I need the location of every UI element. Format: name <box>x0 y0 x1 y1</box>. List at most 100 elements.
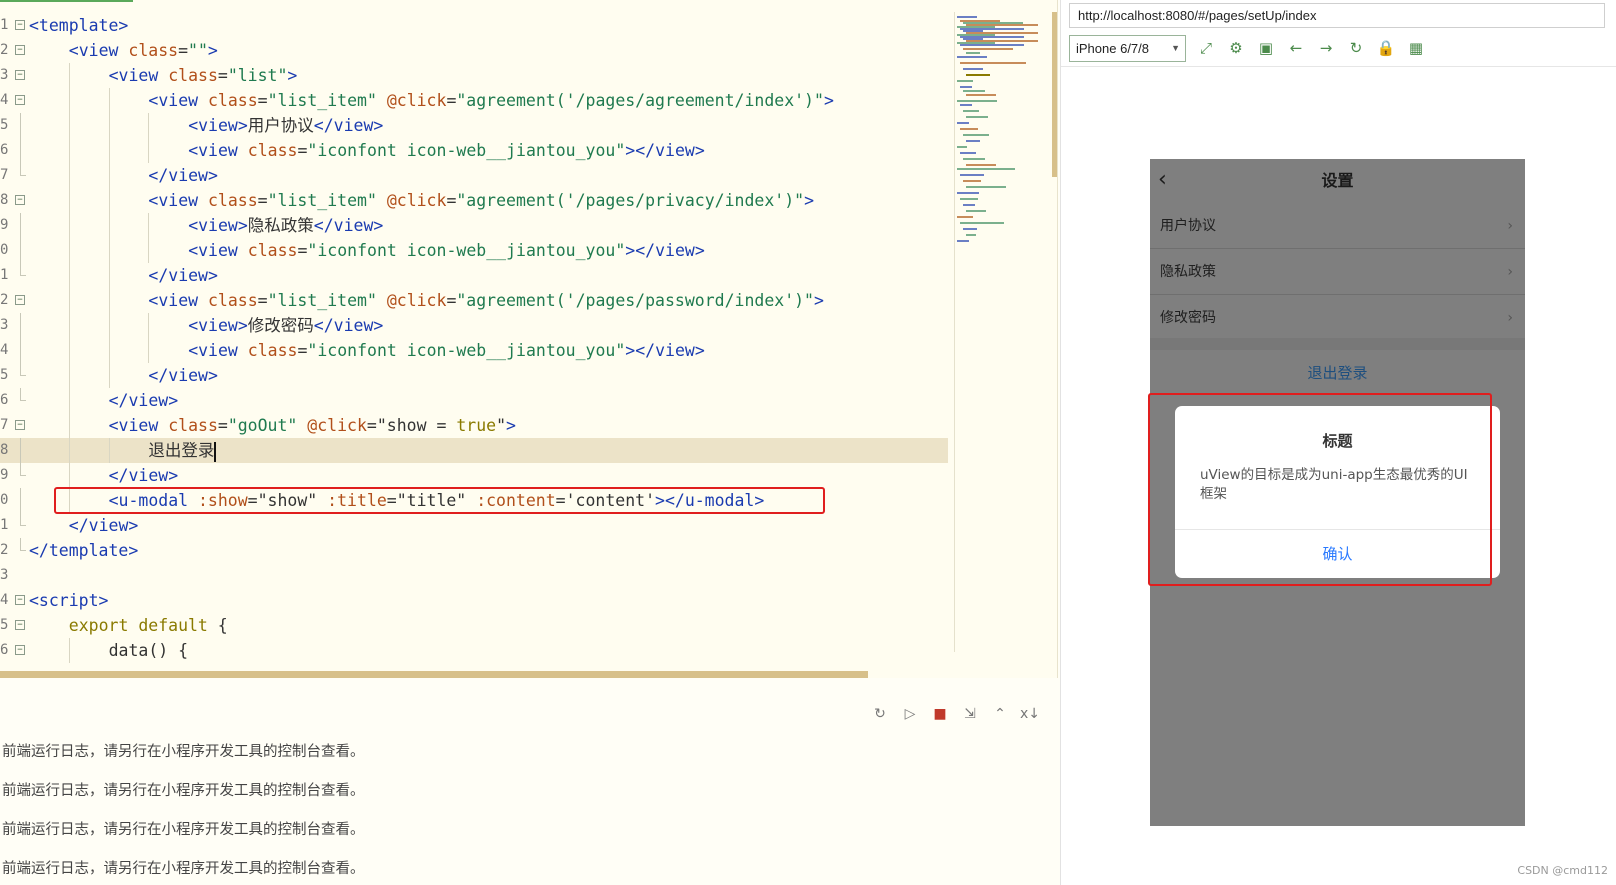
fold-toggle-icon[interactable]: − <box>15 20 25 30</box>
u-modal-highlight-box <box>54 487 825 514</box>
settings-icon[interactable]: ⚙ <box>1226 37 1246 59</box>
code-line[interactable]: 8− <view class="list_item" @click="agreem… <box>0 188 948 213</box>
line-number: 1 <box>0 17 9 33</box>
code-text: <script> <box>29 588 108 613</box>
code-token: = <box>297 141 308 160</box>
minimap[interactable] <box>954 12 1054 652</box>
code-text: </view> <box>69 513 139 538</box>
line-number: 6 <box>0 142 9 158</box>
rotate-icon[interactable]: ⤢ <box>1196 37 1216 59</box>
settings-item-agreement[interactable]: 用户协议 › <box>1150 203 1525 249</box>
code-line[interactable]: 4− <script> <box>0 588 948 613</box>
code-text: </view> <box>109 388 179 413</box>
fold-toggle-icon[interactable]: − <box>15 645 25 655</box>
code-token: "show = <box>376 416 457 435</box>
forward-arrow-icon[interactable]: → <box>1316 37 1336 59</box>
vertical-scrollbar[interactable] <box>1052 12 1057 177</box>
code-line[interactable]: 7 </view> <box>0 163 948 188</box>
code-line[interactable]: 1− <template> <box>0 13 948 38</box>
code-line[interactable]: 9 <view>隐私政策</view> <box>0 213 948 238</box>
code-line[interactable]: 1 </view> <box>0 263 948 288</box>
code-line[interactable]: 1 </view> <box>0 513 948 538</box>
url-input[interactable]: http://localhost:8080/#/pages/setUp/inde… <box>1069 3 1605 28</box>
modal-highlight-box <box>1148 393 1492 586</box>
code-line[interactable]: 2− <view class="list_item" @click="agreem… <box>0 288 948 313</box>
restart-icon[interactable]: ↻ <box>870 704 890 724</box>
fold-toggle-icon[interactable]: − <box>15 70 25 80</box>
code-text: </view> <box>148 363 218 388</box>
code-token: 修改密码 <box>247 316 314 335</box>
editor-top-indicator <box>0 0 133 2</box>
code-text: <view>隐私政策</view> <box>188 213 383 238</box>
code-line[interactable]: 4− <view class="list_item" @click="agreem… <box>0 88 948 113</box>
clear-console-icon[interactable]: x↓ <box>1020 704 1040 724</box>
horizontal-scrollbar[interactable] <box>0 671 868 678</box>
minimap-line <box>957 122 969 124</box>
code-line[interactable]: 4 <view class="iconfont icon-web__jiantou… <box>0 338 948 363</box>
indent-guide <box>68 388 70 413</box>
settings-item-label: 隐私政策 <box>1160 264 1216 280</box>
code-line[interactable]: 3− <view class="list"> <box>0 63 948 88</box>
code-line[interactable]: 6 <view class="iconfont icon-web__jiantou… <box>0 138 948 163</box>
line-number: 7 <box>0 417 9 433</box>
fold-toggle-icon[interactable]: − <box>15 595 25 605</box>
refresh-icon[interactable]: ↻ <box>1346 37 1366 59</box>
settings-item-password[interactable]: 修改密码 › <box>1150 295 1525 341</box>
fold-toggle-icon[interactable]: − <box>15 295 25 305</box>
devtools-icon[interactable]: ▣ <box>1256 37 1276 59</box>
code-token: "iconfont icon-web__jiantou_you" <box>307 141 626 160</box>
back-arrow-icon[interactable]: ← <box>1286 37 1306 59</box>
line-number: 4 <box>0 342 9 358</box>
code-token: = <box>178 41 189 60</box>
code-text: </template> <box>29 538 138 563</box>
run-icon[interactable]: ▷ <box>900 704 920 724</box>
code-token: class <box>168 416 218 435</box>
code-line[interactable]: 2− <view class=""> <box>0 38 948 63</box>
fold-toggle-icon[interactable]: − <box>15 195 25 205</box>
preview-toolbar: ⤢ ⚙ ▣ ← → ↻ 🔒 ▦ <box>1196 37 1426 59</box>
stop-icon[interactable]: ■ <box>930 704 950 724</box>
code-text: <view class="list_item" @click="agreemen… <box>148 288 824 313</box>
collapse-icon[interactable]: ⌃ <box>990 704 1010 724</box>
code-line[interactable]: 9 </view> <box>0 463 948 488</box>
code-line[interactable]: 8 退出登录 <box>0 438 948 463</box>
code-line[interactable]: 5 </view> <box>0 363 948 388</box>
code-text: </view> <box>109 463 179 488</box>
code-line[interactable]: 5 <view>用户协议</view> <box>0 113 948 138</box>
code-text: <template> <box>29 13 128 38</box>
open-external-icon[interactable]: ⇲ <box>960 704 980 724</box>
section-gap <box>1150 338 1525 350</box>
indent-guide <box>68 313 70 338</box>
code-text: <view>用户协议</view> <box>188 113 383 138</box>
code-token: = <box>297 341 308 360</box>
lock-icon[interactable]: 🔒 <box>1376 37 1396 59</box>
code-line[interactable]: 7− <view class="goOut" @click="show = tru… <box>0 413 948 438</box>
indent-guide <box>148 138 150 163</box>
device-select[interactable]: iPhone 6/7/8 ▼ <box>1069 35 1186 62</box>
fold-toggle-icon[interactable]: − <box>15 420 25 430</box>
line-number: 3 <box>0 67 9 83</box>
settings-item-privacy[interactable]: 隐私政策 › <box>1150 249 1525 295</box>
code-line[interactable]: 5− export default { <box>0 613 948 638</box>
indent-guide <box>68 88 70 113</box>
code-line[interactable]: 6 </view> <box>0 388 948 413</box>
logout-button[interactable]: 退出登录 <box>1150 350 1525 396</box>
fold-toggle-icon[interactable]: − <box>15 45 25 55</box>
code-area[interactable]: 1− <template> 2− <view class=""> 3− <view cla… <box>0 13 948 663</box>
code-token: class <box>247 341 298 360</box>
indent-guide <box>108 113 110 138</box>
code-line[interactable]: 3 <view>修改密码</view> <box>0 313 948 338</box>
fold-toggle-icon[interactable]: − <box>15 95 25 105</box>
indent-guide <box>68 263 70 288</box>
qrcode-icon[interactable]: ▦ <box>1406 37 1426 59</box>
minimap-line <box>966 52 980 54</box>
code-line[interactable]: 2 </template> <box>0 538 948 563</box>
code-line[interactable]: 0 <view class="iconfont icon-web__jiantou… <box>0 238 948 263</box>
line-number: 9 <box>0 217 9 233</box>
code-editor[interactable]: 1− <template> 2− <view class=""> 3− <view cla… <box>0 0 1058 678</box>
code-line[interactable]: 6− data() { <box>0 638 948 663</box>
fold-toggle-icon[interactable]: − <box>15 620 25 630</box>
line-number: 8 <box>0 192 9 208</box>
code-token: <view <box>148 291 208 310</box>
code-line[interactable]: 3 <box>0 563 948 588</box>
